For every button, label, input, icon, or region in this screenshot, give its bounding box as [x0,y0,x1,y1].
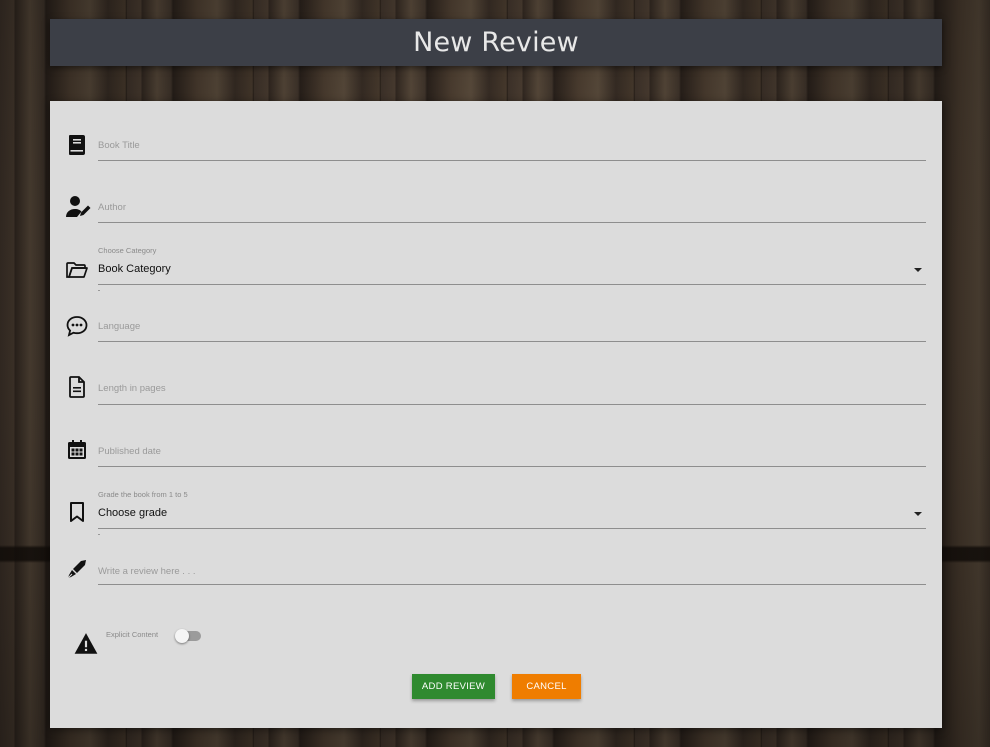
switch-knob[interactable] [175,629,189,643]
grade-dropdown-icon[interactable] [914,512,922,516]
book-title-field[interactable]: Book Title [65,121,926,161]
length-field[interactable]: Length in pages [65,365,926,405]
category-dropdown-icon[interactable] [914,268,922,272]
page-header: New Review [50,19,942,66]
fountain-pen-icon [65,557,89,581]
language-field[interactable]: Language [65,302,926,342]
author-underline [98,222,926,223]
author-edit-icon [65,195,93,219]
explicit-content-label: Explicit Content [106,630,159,639]
chat-bubble-icon [65,314,89,338]
explicit-content-switch[interactable] [175,629,201,643]
book-icon [65,133,89,157]
category-value: Book Category [98,263,171,275]
review-form-card: Book Title Author Choose Category Book C… [50,101,942,728]
grade-value: Choose grade [98,507,168,519]
review-field[interactable]: Write a review here . . . [65,545,926,585]
author-field[interactable]: Author [65,183,926,223]
book-title-placeholder: Book Title [98,140,140,151]
published-date-field[interactable]: Published date [65,427,926,467]
bookmark-icon [65,500,89,524]
published-date-placeholder: Published date [98,446,161,457]
explicit-content-toggle-row: Explicit Content [73,626,273,656]
grade-underline [98,528,926,529]
review-underline [98,584,926,585]
author-placeholder: Author [98,202,126,213]
category-underline [98,284,926,285]
grade-select[interactable]: Grade the book from 1 to 5 Choose grade [65,489,926,535]
published-date-underline [98,466,926,467]
warning-icon [73,631,99,657]
category-select[interactable]: Choose Category Book Category [65,245,926,291]
language-underline [98,341,926,342]
document-icon [65,375,89,399]
category-label: Choose Category [98,246,157,255]
category-helper [98,290,100,291]
length-placeholder: Length in pages [98,383,166,394]
grade-helper [98,534,100,535]
length-underline [98,404,926,405]
grade-label: Grade the book from 1 to 5 [98,490,188,499]
cancel-button[interactable]: CANCEL [512,674,581,699]
book-title-underline [98,160,926,161]
calendar-icon [65,438,89,462]
review-placeholder: Write a review here . . . [98,566,196,577]
page-title: New Review [413,27,579,58]
language-placeholder: Language [98,321,141,332]
folder-open-icon [65,258,89,282]
add-review-button[interactable]: ADD REVIEW [412,674,495,699]
